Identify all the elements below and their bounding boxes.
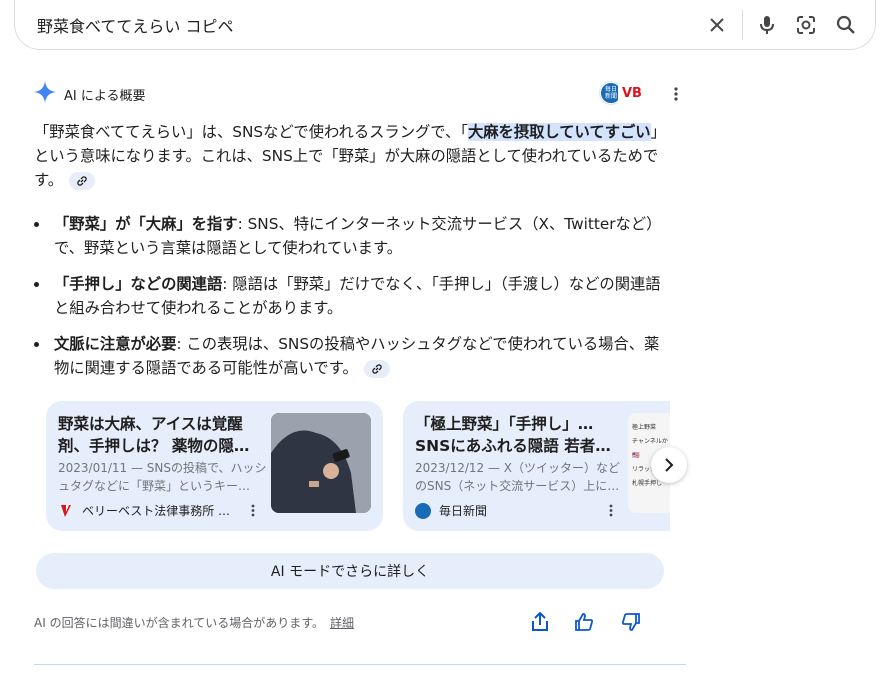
list-item: 文脈に注意が必要: この表現は、SNSの投稿やハッシュタグなどで使われている場合… bbox=[34, 332, 670, 380]
carousel-next-button[interactable] bbox=[651, 447, 687, 483]
bullet-heading: 「野菜」が「大麻」を指す bbox=[54, 215, 238, 233]
link-icon[interactable] bbox=[69, 171, 96, 190]
overview-bullets: 「野菜」が「大麻」を指す: SNS、特にインターネット交流サービス（X、Twit… bbox=[34, 212, 670, 392]
sparkle-icon bbox=[34, 81, 56, 107]
card-more-icon[interactable] bbox=[604, 502, 618, 518]
close-icon[interactable] bbox=[705, 13, 729, 37]
bullet-heading: 「手押し」などの関連語 bbox=[54, 275, 223, 293]
source-card[interactable]: 「極上野菜」「手押し」… SNSにあふれる隠語 若者… 2023/12/12 — … bbox=[403, 401, 670, 531]
camera-lens-icon[interactable] bbox=[794, 13, 818, 37]
divider bbox=[34, 664, 686, 665]
verybest-favicon-icon bbox=[58, 503, 74, 519]
thumbs-down-icon[interactable] bbox=[619, 610, 643, 634]
highlighted-phrase: 大麻を摂取していてすごい bbox=[467, 123, 651, 141]
source-cards-carousel: 野菜は大麻、アイスは覚醒 剤、手押しは？ 薬物の隠… 2023/01/11 — S… bbox=[46, 401, 670, 531]
ai-overview-header: AI による概要 bbox=[34, 81, 146, 107]
search-bar: 野菜食べててえらい コピペ bbox=[14, 0, 876, 50]
mic-icon[interactable] bbox=[755, 13, 779, 37]
overview-paragraph: 「野菜食べててえらい」は、SNSなどで使われるスラングで、「大麻を摂取していてす… bbox=[34, 120, 670, 192]
thumbs-up-icon[interactable] bbox=[572, 610, 596, 634]
share-icon[interactable] bbox=[528, 610, 552, 634]
card-snippet: 2023/01/11 — SNSの投稿で、ハッシ ュタグなどに「野菜」というキー… bbox=[58, 461, 267, 493]
search-divider bbox=[742, 10, 743, 40]
disclaimer: AI の回答には間違いが含まれている場合があります。 詳細 bbox=[34, 616, 355, 630]
link-icon[interactable] bbox=[363, 359, 390, 378]
card-source: 毎日新聞 bbox=[415, 502, 487, 519]
verybest-logo: VB bbox=[618, 82, 646, 104]
list-item: 「手押し」などの関連語: 隠語は「野菜」だけでなく、「手押し」（手渡し）などの関… bbox=[34, 272, 670, 320]
list-item: 「野菜」が「大麻」を指す: SNS、特にインターネット交流サービス（X、Twit… bbox=[34, 212, 670, 260]
more-options-icon[interactable] bbox=[666, 84, 686, 104]
paragraph-text: 「野菜食べててえらい」は、SNSなどで使われるスラングで、「 bbox=[34, 123, 468, 141]
chevron-right-icon bbox=[665, 458, 674, 472]
search-icon[interactable] bbox=[834, 13, 858, 37]
bullet-heading: 文脈に注意が必要 bbox=[54, 335, 177, 353]
mainichi-favicon-icon bbox=[415, 502, 431, 519]
source-card[interactable]: 野菜は大麻、アイスは覚醒 剤、手押しは？ 薬物の隠… 2023/01/11 — S… bbox=[46, 401, 383, 531]
card-title: 「極上野菜」「手押し」… SNSにあふれる隠語 若者… bbox=[415, 415, 611, 455]
card-title: 野菜は大麻、アイスは覚醒 剤、手押しは？ 薬物の隠… bbox=[58, 415, 250, 455]
search-input[interactable]: 野菜食べててえらい コピペ bbox=[37, 13, 233, 37]
card-more-icon[interactable] bbox=[246, 502, 260, 518]
detail-link[interactable]: 詳細 bbox=[330, 616, 354, 630]
card-snippet: 2023/12/12 — X（ツイッター）など のSNS（ネット交流サービス）上に… bbox=[415, 461, 621, 493]
ai-mode-button[interactable]: AI モードでさらに詳しく bbox=[36, 553, 664, 589]
ai-overview-label: AI による概要 bbox=[64, 88, 146, 104]
card-source: ベリーベスト法律事務所 … bbox=[58, 502, 230, 519]
card-thumbnail bbox=[271, 413, 371, 513]
source-logos[interactable]: 毎日新聞 VB bbox=[600, 82, 646, 104]
